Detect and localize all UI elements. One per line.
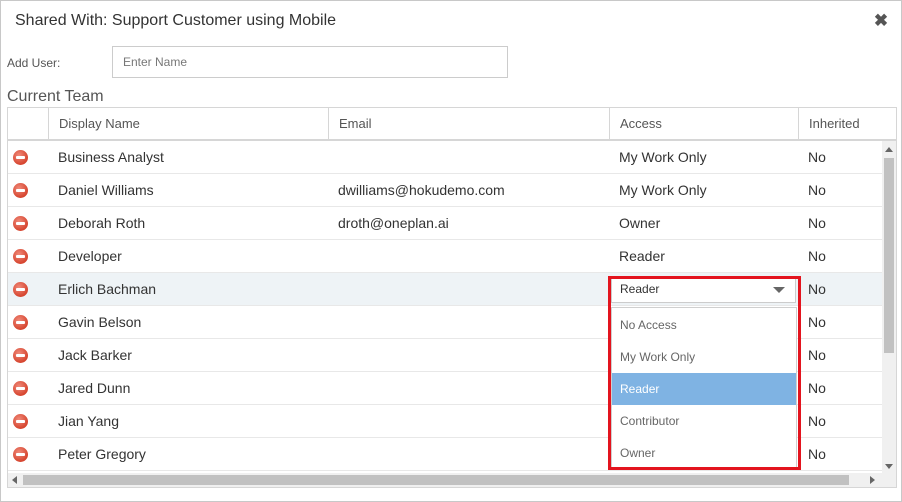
dialog-title: Shared With: Support Customer using Mobi… [15, 12, 337, 29]
section-title: Current Team [7, 88, 104, 105]
horizontal-scrollbar[interactable] [8, 473, 896, 487]
grid-header: Display Name Email Access Inherited [8, 108, 896, 141]
remove-circle-icon[interactable] [13, 348, 28, 363]
access-option-reader[interactable]: Reader [612, 373, 796, 405]
cell-email [328, 240, 609, 273]
remove-circle-icon[interactable] [13, 447, 28, 462]
scroll-left-icon[interactable] [12, 476, 17, 484]
cell-email [328, 141, 609, 174]
cell-email [328, 306, 609, 339]
cell-inherited: No [808, 248, 826, 264]
access-option-no-access[interactable]: No Access [612, 309, 796, 341]
table-row[interactable]: Developer Reader No [8, 240, 882, 273]
chevron-down-icon[interactable] [773, 287, 785, 293]
remove-circle-icon[interactable] [13, 183, 28, 198]
cell-inherited: No [808, 182, 826, 198]
cell-inherited: No [808, 215, 826, 231]
scroll-right-icon[interactable] [870, 476, 875, 484]
share-dialog: Shared With: Support Customer using Mobi… [0, 0, 902, 502]
cell-email [328, 372, 609, 405]
access-select-value: Reader [620, 282, 660, 296]
cell-inherited: No [808, 413, 826, 429]
cell-inherited: No [808, 446, 826, 462]
cell-access[interactable]: Owner [609, 207, 798, 240]
cell-access[interactable]: Reader [609, 240, 798, 273]
scroll-down-icon[interactable] [885, 464, 893, 469]
access-option-my-work-only[interactable]: My Work Only [612, 341, 796, 373]
cell-access[interactable]: My Work Only [609, 174, 798, 207]
scroll-up-icon[interactable] [885, 147, 893, 152]
cell-inherited: No [808, 380, 826, 396]
column-header-email[interactable]: Email [328, 108, 609, 139]
remove-circle-icon[interactable] [13, 381, 28, 396]
cell-email [328, 405, 609, 438]
cell-display-name: Deborah Roth [58, 215, 146, 231]
vertical-scroll-thumb[interactable] [884, 158, 894, 353]
remove-circle-icon[interactable] [13, 282, 28, 297]
table-row[interactable]: Deborah Roth droth@oneplan.ai Owner No [8, 207, 882, 240]
table-row[interactable]: Business Analyst My Work Only No [8, 141, 882, 174]
add-user-label: Add User: [7, 56, 61, 70]
cell-display-name: Jack Barker [58, 347, 132, 363]
cell-email: dwilliams@hokudemo.com [338, 182, 505, 198]
remove-circle-icon[interactable] [13, 150, 28, 165]
access-dropdown-list: No Access My Work Only Reader Contributo… [611, 307, 797, 468]
column-header-actions [8, 108, 48, 139]
cell-display-name: Business Analyst [58, 149, 164, 165]
column-header-display-name[interactable]: Display Name [48, 108, 328, 139]
remove-circle-icon[interactable] [13, 249, 28, 264]
remove-circle-icon[interactable] [13, 414, 28, 429]
cell-display-name: Gavin Belson [58, 314, 142, 330]
cell-display-name: Jared Dunn [58, 380, 131, 396]
column-header-access[interactable]: Access [609, 108, 798, 139]
cell-display-name: Developer [58, 248, 122, 264]
remove-circle-icon[interactable] [13, 216, 28, 231]
cell-email [328, 438, 609, 471]
table-row[interactable]: Daniel Williams dwilliams@hokudemo.com My … [8, 174, 882, 207]
vertical-scrollbar[interactable] [882, 141, 896, 473]
table-row[interactable]: Erlich Bachman Reader No [8, 273, 882, 306]
cell-email: droth@oneplan.ai [338, 215, 449, 231]
access-select[interactable]: Reader [611, 276, 796, 303]
cell-display-name: Erlich Bachman [58, 281, 157, 297]
access-option-contributor[interactable]: Contributor [612, 405, 796, 437]
close-icon[interactable]: ✖ [873, 12, 889, 29]
column-header-inherited[interactable]: Inherited [798, 108, 896, 139]
horizontal-scroll-thumb[interactable] [23, 475, 849, 485]
add-user-input[interactable] [112, 46, 508, 78]
cell-email [328, 339, 609, 372]
access-option-owner[interactable]: Owner [612, 437, 796, 469]
cell-access[interactable]: My Work Only [609, 141, 798, 174]
cell-display-name: Daniel Williams [58, 182, 154, 198]
cell-email [328, 273, 609, 306]
cell-inherited: No [808, 281, 826, 297]
cell-inherited: No [808, 347, 826, 363]
remove-circle-icon[interactable] [13, 315, 28, 330]
cell-display-name: Jian Yang [58, 413, 119, 429]
cell-inherited: No [808, 149, 826, 165]
cell-inherited: No [808, 314, 826, 330]
cell-display-name: Peter Gregory [58, 446, 146, 462]
